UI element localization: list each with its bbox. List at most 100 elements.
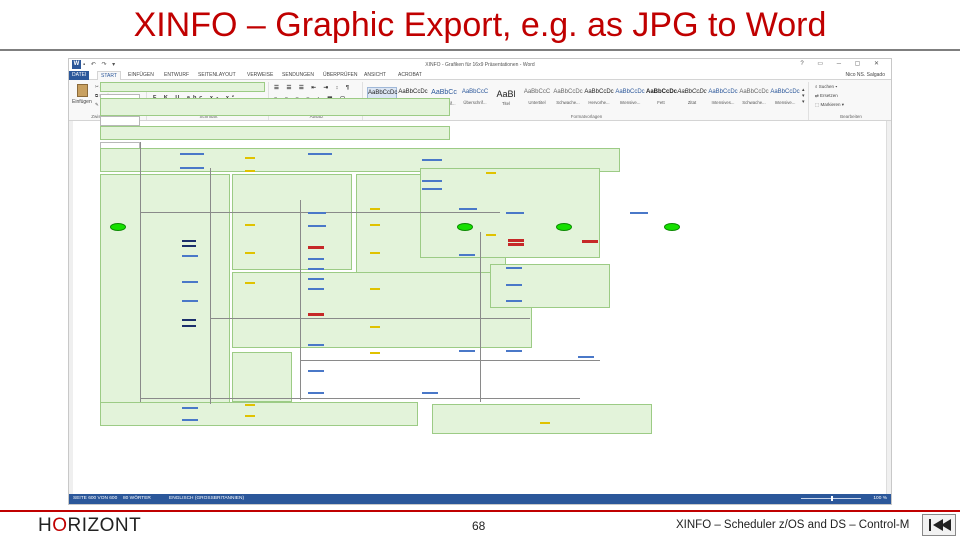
graphic-job [422, 159, 442, 161]
graphic-job [308, 258, 324, 260]
graphic-job [182, 325, 196, 327]
graphic-condition [540, 422, 550, 424]
copy-icon: ⧉ [95, 93, 99, 98]
graphic-job [422, 180, 442, 182]
tab-file[interactable]: DATEI [69, 71, 89, 80]
graphic-job [182, 407, 198, 409]
graphic-start-node [556, 223, 572, 231]
graphic-job [422, 392, 438, 394]
graphic-condition [245, 170, 255, 172]
zoom-thumb[interactable] [831, 496, 833, 501]
graphic-node-group [232, 174, 352, 270]
tab-view[interactable]: ANSICHT [361, 71, 389, 80]
window-title: XINFO - Grafiken für 16x9 Präsentationen… [425, 62, 535, 68]
paste-icon [77, 84, 88, 97]
tab-layout[interactable]: SEITENLAYOUT [195, 71, 239, 80]
status-language[interactable]: ENGLISCH (GROSSBRITANNIEN) [169, 494, 244, 504]
graphic-job [459, 350, 475, 352]
graphic-job [308, 153, 332, 155]
graphic-start-node [664, 223, 680, 231]
paste-button[interactable]: Einfügen [72, 84, 92, 108]
graphic-connector [140, 142, 141, 402]
tab-references[interactable]: VERWEISE [244, 71, 276, 80]
graphic-node-group [232, 272, 532, 348]
graphic-job [182, 419, 198, 421]
graphic-job [506, 300, 522, 302]
tab-start[interactable]: START [97, 71, 121, 80]
graphic-job [308, 344, 324, 346]
replace-icon: ⇄ [815, 93, 819, 98]
graphic-condition [245, 404, 255, 406]
graphic-condition [245, 282, 255, 284]
graphic-job-error [508, 243, 524, 246]
graphic-node-group [100, 126, 450, 140]
graphic-connector [480, 232, 481, 402]
tab-acrobat[interactable]: ACROBAT [395, 71, 425, 80]
graphic-connector [300, 360, 600, 361]
graphic-condition [245, 157, 255, 159]
graphic-node-group [100, 116, 140, 126]
graphic-job [182, 319, 196, 321]
tab-design[interactable]: ENTWURF [161, 71, 192, 80]
select-button[interactable]: ⬚ Markieren ▾ [815, 102, 844, 108]
graphic-job [182, 281, 198, 283]
graphic-job-error [508, 239, 524, 242]
tab-insert[interactable]: EINFÜGEN [125, 71, 157, 80]
status-bar: SEITE 600 VON 600 80 WÖRTER ENGLISCH (GR… [69, 494, 891, 504]
graphic-node-group [100, 82, 265, 92]
graphic-job [308, 288, 324, 290]
graphic-job [459, 254, 475, 256]
status-zoom[interactable]: 100 % [873, 494, 887, 504]
style-subtle-reference[interactable]: AaBbCcDc Schwache... [739, 87, 769, 109]
graphic-connector [210, 318, 530, 319]
graphic-start-node [110, 223, 126, 231]
replace-button[interactable]: ⇄ Ersetzen [815, 93, 838, 99]
xinfo-graphic [100, 82, 720, 434]
graphic-job [506, 284, 522, 286]
graphic-job [578, 356, 594, 358]
graphic-node-group [432, 404, 652, 434]
window-controls[interactable]: ? ▭ ─ ▢ ✕ [800, 60, 885, 67]
tab-review[interactable]: ÜBERPRÜFEN [320, 71, 360, 80]
page-number: 68 [472, 519, 486, 533]
tab-mailings[interactable]: SENDUNGEN [279, 71, 317, 80]
status-page[interactable]: SEITE 600 VON 600 [73, 494, 117, 504]
graphic-condition [370, 224, 380, 226]
graphic-job [506, 350, 522, 352]
brush-icon: ✎ [95, 102, 99, 107]
graphic-condition [486, 234, 496, 236]
ribbon-tabs: DATEI START EINFÜGEN ENTWURF SEITENLAYOU… [69, 70, 891, 80]
user-account[interactable]: Nico NS. Salgado [846, 72, 885, 78]
graphic-job [308, 212, 326, 214]
graphic-job [182, 300, 198, 302]
graphic-connector [300, 200, 301, 400]
vertical-scrollbar[interactable] [886, 121, 891, 496]
graphic-condition [370, 352, 380, 354]
graphic-job [180, 167, 204, 169]
vertical-ruler [69, 121, 73, 496]
horizont-logo: HORIZONT [38, 515, 142, 536]
editing-group-label: Bearbeiten [840, 114, 862, 119]
graphic-condition [245, 415, 255, 417]
graphic-node-group [232, 352, 292, 402]
graphic-job [308, 370, 324, 372]
graphic-job [506, 212, 524, 214]
slide-title: XINFO – Graphic Export, e.g. as JPG to W… [133, 6, 827, 44]
slide-nav-icon[interactable] [922, 514, 956, 536]
graphic-job-error [308, 313, 324, 316]
graphic-node-group [100, 402, 418, 426]
graphic-condition [370, 326, 380, 328]
graphic-job [308, 392, 324, 394]
select-icon: ⬚ [815, 102, 820, 107]
footer-divider [0, 510, 960, 512]
graphic-start-node [457, 223, 473, 231]
style-intense-reference[interactable]: AaBbCcDc Intensive... [770, 87, 800, 109]
graphic-job [182, 255, 198, 257]
graphic-condition [370, 252, 380, 254]
scissors-icon: ✂ [95, 84, 99, 89]
graphic-job [182, 245, 196, 247]
styles-scroll[interactable]: ▴ ▾ ▾ [802, 87, 805, 105]
graphic-condition [245, 224, 255, 226]
find-button[interactable]: ⌕ Suchen ▾ [815, 84, 837, 89]
status-words[interactable]: 80 WÖRTER [123, 494, 151, 504]
